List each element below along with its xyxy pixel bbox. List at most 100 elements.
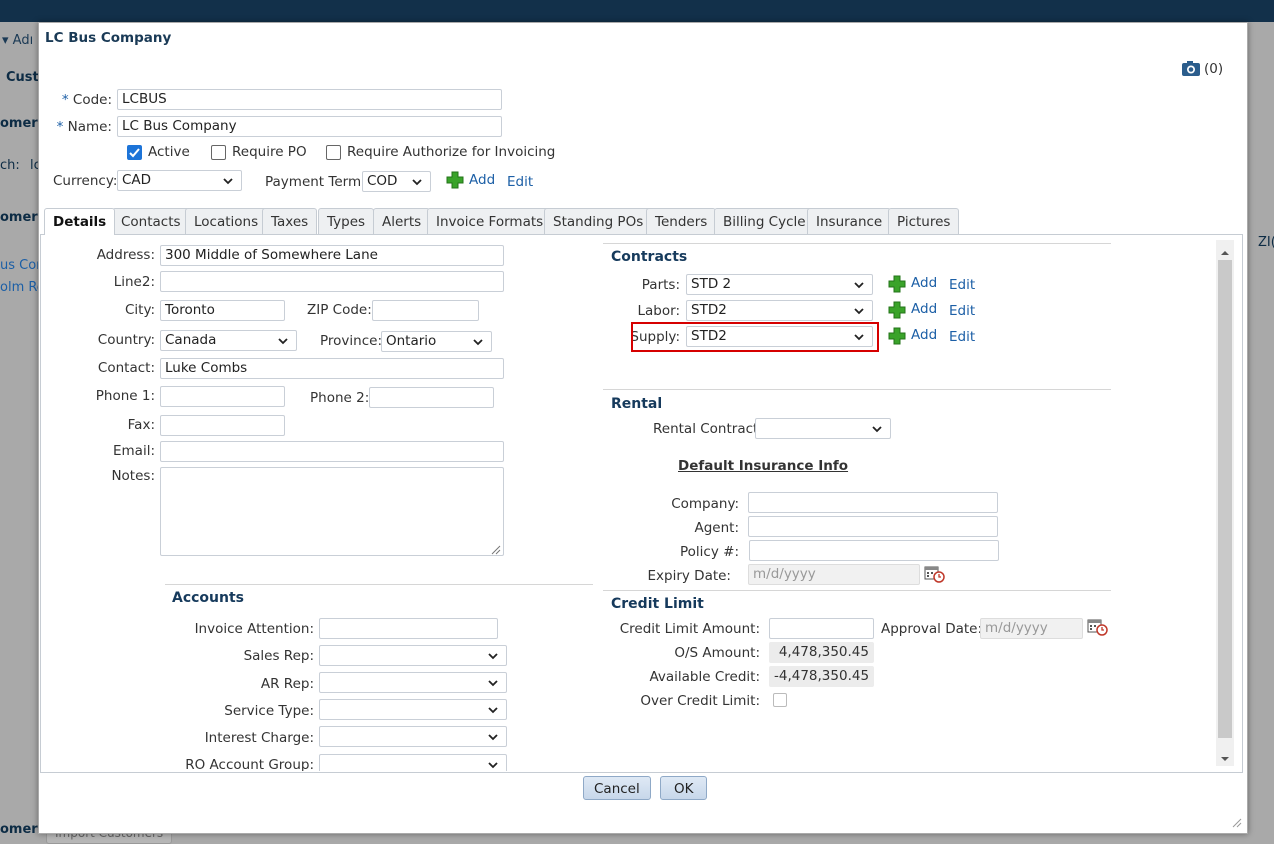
service-type-label: Service Type: — [224, 703, 314, 719]
sales-rep-select[interactable] — [319, 645, 507, 666]
tab-pictures[interactable]: Pictures — [888, 208, 960, 234]
labor-contract-select[interactable]: STD2 — [686, 300, 873, 321]
code-label: * Code: — [61, 92, 112, 108]
policy-field[interactable] — [749, 540, 999, 561]
chevron-down-icon — [872, 426, 882, 433]
credit-limit-amount-label: Credit Limit Amount: — [619, 621, 760, 637]
tab-alerts[interactable]: Alerts — [373, 208, 431, 234]
phone1-field[interactable] — [160, 386, 285, 407]
os-amount-value: 4,478,350.45 — [769, 642, 874, 663]
payment-term-label: Payment Term: — [265, 174, 366, 190]
tab-locations[interactable]: Locations — [185, 208, 268, 234]
payment-term-edit-link[interactable]: Edit — [507, 174, 533, 190]
invoice-attention-field[interactable] — [319, 618, 498, 639]
supply-edit-link[interactable]: Edit — [949, 329, 975, 345]
tab-standing-pos[interactable]: Standing POs — [544, 208, 653, 234]
credit-limit-amount-field[interactable] — [769, 618, 874, 639]
supply-add-link[interactable]: Add — [911, 327, 937, 343]
contracts-title: Contracts — [611, 249, 688, 265]
approval-date-field[interactable]: m/d/yyyy — [980, 618, 1083, 639]
resize-handle-icon[interactable] — [490, 543, 501, 559]
rental-contract-select[interactable] — [755, 418, 891, 439]
province-label: Province: — [320, 333, 382, 349]
ro-account-group-select[interactable] — [319, 754, 507, 771]
dialog-resize-grip-icon[interactable] — [1230, 816, 1242, 832]
require-authorize-checkbox[interactable] — [326, 145, 341, 160]
name-field[interactable]: LC Bus Company — [117, 116, 502, 137]
service-type-select[interactable] — [319, 699, 507, 720]
tab-invoice-formats[interactable]: Invoice Formats — [427, 208, 553, 234]
chevron-down-icon — [488, 653, 498, 660]
labor-label: Labor: — [637, 303, 680, 319]
address-label: Address: — [96, 247, 155, 263]
tab-types[interactable]: Types — [318, 208, 375, 234]
ok-button[interactable]: OK — [660, 776, 708, 800]
contact-field[interactable]: Luke Combs — [160, 358, 504, 379]
address-field[interactable]: 300 Middle of Somewhere Lane — [160, 245, 504, 266]
line2-field[interactable] — [160, 271, 504, 292]
phone2-field[interactable] — [369, 387, 494, 408]
ar-rep-select[interactable] — [319, 672, 507, 693]
policy-label: Policy #: — [680, 544, 739, 560]
tab-insurance[interactable]: Insurance — [807, 208, 892, 234]
agent-field[interactable] — [748, 516, 998, 537]
notes-textarea[interactable] — [160, 467, 504, 556]
tab-taxes[interactable]: Taxes — [262, 208, 318, 234]
parts-add-link[interactable]: Add — [911, 275, 937, 291]
chevron-down-icon — [488, 680, 498, 687]
chevron-down-icon — [412, 179, 422, 186]
agent-label: Agent: — [694, 520, 739, 536]
bg-grid-col-fragment: ZI( — [1258, 235, 1274, 250]
code-field[interactable]: LCBUS — [117, 89, 502, 110]
province-select[interactable]: Ontario — [381, 331, 492, 352]
available-credit-label: Available Credit: — [649, 669, 760, 685]
parts-contract-select[interactable]: STD 2 — [686, 274, 873, 295]
country-select[interactable]: Canada — [160, 330, 297, 351]
email-field[interactable] — [160, 441, 504, 462]
chevron-down-icon — [488, 762, 498, 769]
currency-select[interactable]: CAD — [117, 170, 242, 191]
add-plus-icon[interactable] — [888, 275, 906, 293]
expiry-date-field[interactable]: m/d/yyyy — [748, 564, 920, 585]
add-plus-icon[interactable] — [446, 171, 464, 189]
tab-tenders[interactable]: Tenders — [646, 208, 717, 234]
parts-edit-link[interactable]: Edit — [949, 277, 975, 293]
payment-term-select[interactable]: COD — [362, 171, 431, 192]
scroll-up-icon[interactable] — [1219, 245, 1231, 261]
add-plus-icon[interactable] — [888, 301, 906, 319]
cancel-button[interactable]: Cancel — [583, 776, 651, 800]
require-po-label: Require PO — [232, 144, 307, 160]
labor-add-link[interactable]: Add — [911, 301, 937, 317]
add-plus-icon[interactable] — [888, 327, 906, 345]
company-field[interactable] — [748, 492, 998, 513]
labor-edit-link[interactable]: Edit — [949, 303, 975, 319]
country-label: Country: — [97, 332, 155, 348]
currency-label: Currency: — [53, 173, 118, 189]
contracts-divider — [603, 243, 1111, 244]
interest-charge-label: Interest Charge: — [204, 730, 314, 746]
ro-account-group-row: RO Account Group: — [170, 752, 510, 771]
tab-details[interactable]: Details — [44, 208, 116, 235]
city-label: City: — [124, 302, 155, 318]
insurance-info-title: Default Insurance Info — [678, 458, 849, 474]
fax-field[interactable] — [160, 415, 285, 436]
payment-term-add-link[interactable]: Add — [469, 172, 495, 188]
tab-billing-cycle[interactable]: Billing Cycle — [714, 208, 815, 234]
dialog-title: LC Bus Company — [45, 30, 172, 46]
chevron-down-icon — [488, 707, 498, 714]
calendar-icon[interactable] — [1087, 617, 1109, 641]
scroll-down-icon[interactable] — [1219, 751, 1231, 767]
interest-charge-select[interactable] — [319, 726, 507, 747]
expiry-date-label: Expiry Date: — [647, 568, 732, 584]
calendar-icon[interactable] — [924, 564, 946, 588]
tab-contacts[interactable]: Contacts — [112, 208, 190, 234]
require-po-checkbox[interactable] — [211, 145, 226, 160]
scrollbar-thumb[interactable] — [1218, 260, 1232, 738]
active-checkbox[interactable] — [127, 145, 142, 160]
camera-icon[interactable] — [1181, 60, 1201, 82]
rental-contract-label: Rental Contract — [653, 421, 759, 437]
zip-field[interactable] — [372, 300, 479, 321]
accounts-divider — [165, 584, 593, 585]
city-field[interactable]: Toronto — [160, 300, 285, 321]
over-credit-limit-label: Over Credit Limit: — [640, 693, 760, 709]
